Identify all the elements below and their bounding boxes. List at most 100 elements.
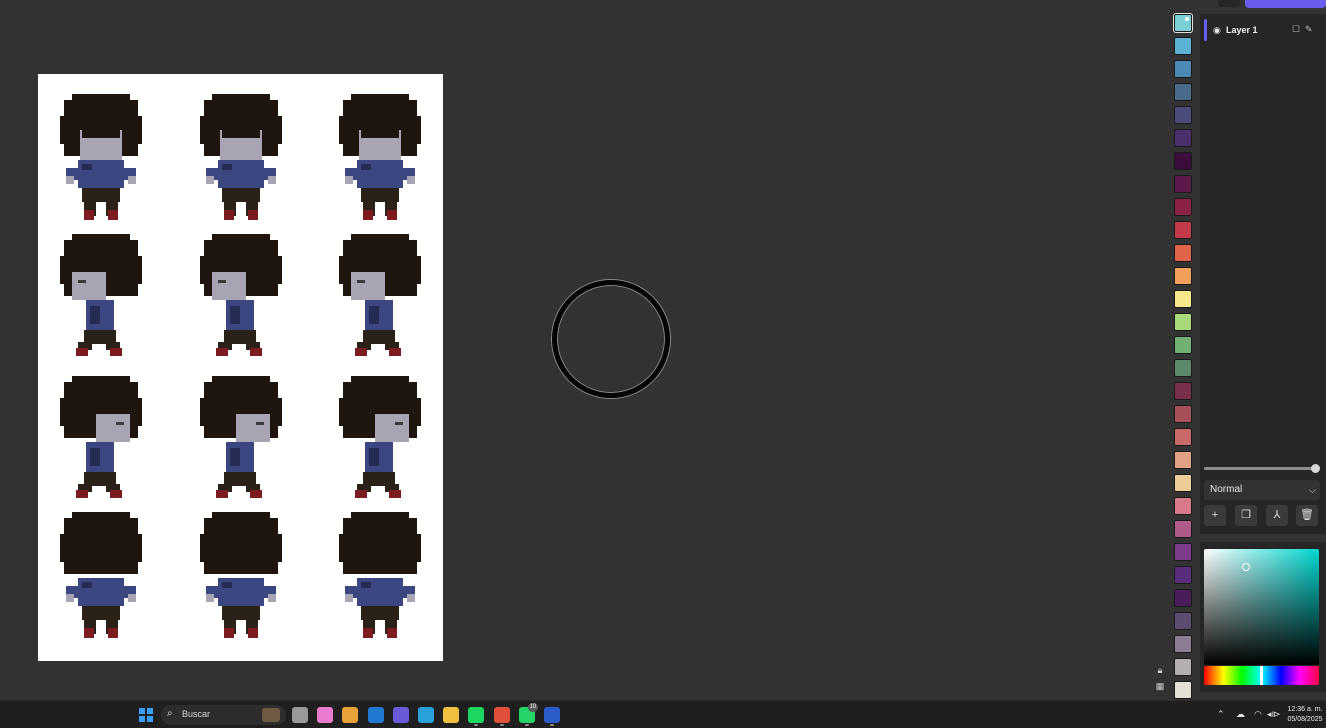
top-primary-button[interactable] <box>1245 0 1326 8</box>
palette-swatch[interactable] <box>1174 175 1192 193</box>
palette-swatch[interactable] <box>1174 359 1192 377</box>
sprite-shoe <box>216 348 228 356</box>
word-icon[interactable] <box>544 707 560 726</box>
sprite-frame <box>60 376 142 498</box>
sprite-face <box>72 272 106 300</box>
sprite-shoe <box>76 490 88 498</box>
add-layer-button[interactable]: + <box>1204 505 1226 526</box>
spotify-icon[interactable] <box>468 707 485 726</box>
palette-swatch[interactable] <box>1174 198 1192 216</box>
sprite-shoe <box>224 628 234 638</box>
sprite-face <box>236 414 270 442</box>
teams-icon[interactable] <box>392 707 409 723</box>
running-indicator <box>524 724 529 726</box>
edit-icon[interactable]: ✎ <box>1305 24 1313 35</box>
unlock-icon[interactable]: ☐ <box>1292 24 1300 35</box>
sprite-pants <box>82 606 120 620</box>
palette-swatch[interactable] <box>1174 681 1192 699</box>
calendar-icon[interactable] <box>342 707 359 723</box>
palette-swatch[interactable] <box>1174 451 1192 469</box>
palette-swatch[interactable] <box>1174 244 1192 262</box>
palette-swatch[interactable] <box>1174 543 1192 561</box>
sprite-face <box>96 414 130 442</box>
palette-swatch[interactable] <box>1174 658 1192 676</box>
palette-swatch[interactable] <box>1174 520 1192 538</box>
grid-icon[interactable]: ▦ <box>1154 680 1166 692</box>
chrome-icon[interactable] <box>493 707 510 726</box>
drawing-canvas[interactable] <box>38 74 443 661</box>
palette-swatch[interactable] <box>1174 313 1192 331</box>
sprite-frame <box>339 376 421 498</box>
plus-icon: + <box>1211 509 1219 521</box>
sprite-frame <box>200 376 282 498</box>
palette-swatch[interactable] <box>1174 221 1192 239</box>
clock[interactable]: 12:36 a. m. 05/08/2025 <box>1284 705 1326 725</box>
top-menu-button[interactable] <box>1218 0 1240 7</box>
merge-layer-button[interactable]: ⅄ <box>1266 505 1288 526</box>
wifi-icon[interactable]: ◠ <box>1254 709 1262 720</box>
running-indicator <box>550 724 554 726</box>
eye-icon[interactable]: ◉ <box>1213 25 1221 36</box>
sprite-shoe <box>76 348 88 356</box>
palette-swatch[interactable] <box>1174 152 1192 170</box>
palette-swatch[interactable] <box>1174 60 1192 78</box>
saturation-value-area[interactable] <box>1204 549 1319 665</box>
windows-start-button[interactable] <box>139 708 153 722</box>
palette-swatch[interactable] <box>1174 612 1192 630</box>
sprite-shoe <box>224 210 234 220</box>
running-indicator <box>499 724 504 726</box>
search-placeholder: Buscar <box>182 709 211 719</box>
file-explorer-icon[interactable] <box>443 707 460 723</box>
chevron-up-icon[interactable]: ⌃ <box>1217 709 1225 720</box>
running-indicator <box>474 724 479 726</box>
palette-swatch[interactable] <box>1174 129 1192 147</box>
volume-icon[interactable]: ◂⧐ <box>1267 709 1281 720</box>
opacity-fill <box>1204 467 1316 470</box>
color-palette <box>1172 14 1194 704</box>
hue-slider-thumb[interactable] <box>1260 666 1263 685</box>
edge-icon[interactable] <box>418 707 434 723</box>
lock-icon[interactable]: 🔒︎ <box>1154 664 1166 676</box>
hue-slider[interactable] <box>1204 666 1319 685</box>
taskbar-search[interactable]: ⌕ Buscar <box>161 705 286 725</box>
palette-swatch[interactable] <box>1174 290 1192 308</box>
sprite-shoe <box>355 348 367 356</box>
outlook-icon[interactable] <box>367 707 384 723</box>
palette-swatch[interactable] <box>1174 497 1192 515</box>
blend-mode-select[interactable]: Normal ⌵ <box>1204 480 1320 500</box>
onedrive-icon[interactable]: ☁ <box>1236 709 1245 720</box>
taskbar: ⌕ Buscar 10 ⌃ ☁ ◠ ◂⧐ 12:36 a. m. 05/08/2… <box>0 700 1326 728</box>
palette-swatch[interactable] <box>1174 405 1192 423</box>
layer-row[interactable]: ◉ Layer 1 ☐ ✎ <box>1204 18 1322 44</box>
sprite-frame <box>60 234 142 356</box>
palette-swatch[interactable] <box>1174 336 1192 354</box>
search-icon: ⌕ <box>167 708 173 719</box>
delete-layer-button[interactable]: 🗑︎ <box>1296 505 1318 526</box>
chevron-down-icon: ⌵ <box>1309 485 1316 495</box>
palette-swatch[interactable] <box>1174 474 1192 492</box>
notification-badge: 10 <box>527 703 538 712</box>
opacity-slider-thumb[interactable] <box>1311 464 1320 473</box>
opacity-slider[interactable] <box>1204 464 1320 473</box>
sprite-pants <box>222 606 260 620</box>
duplicate-layer-button[interactable]: ❐ <box>1235 505 1257 526</box>
workspace[interactable] <box>0 0 1168 700</box>
palette-swatch[interactable] <box>1174 267 1192 285</box>
palette-swatch[interactable] <box>1174 589 1192 607</box>
sprite-frame <box>60 94 142 220</box>
whatsapp-icon[interactable]: 10 <box>518 703 538 726</box>
sprite-frame <box>339 94 421 220</box>
copilot-icon[interactable] <box>317 707 334 723</box>
sprite-pants <box>224 330 256 344</box>
palette-swatch[interactable] <box>1174 566 1192 584</box>
palette-swatch[interactable] <box>1174 37 1192 55</box>
sprite-pants <box>361 188 399 202</box>
palette-swatch[interactable] <box>1174 382 1192 400</box>
palette-swatch[interactable] <box>1174 14 1192 32</box>
task-view-icon[interactable] <box>292 707 308 723</box>
palette-swatch[interactable] <box>1174 428 1192 446</box>
color-picker-handle[interactable] <box>1242 563 1250 571</box>
palette-swatch[interactable] <box>1174 635 1192 653</box>
palette-swatch[interactable] <box>1174 106 1192 124</box>
palette-swatch[interactable] <box>1174 83 1192 101</box>
